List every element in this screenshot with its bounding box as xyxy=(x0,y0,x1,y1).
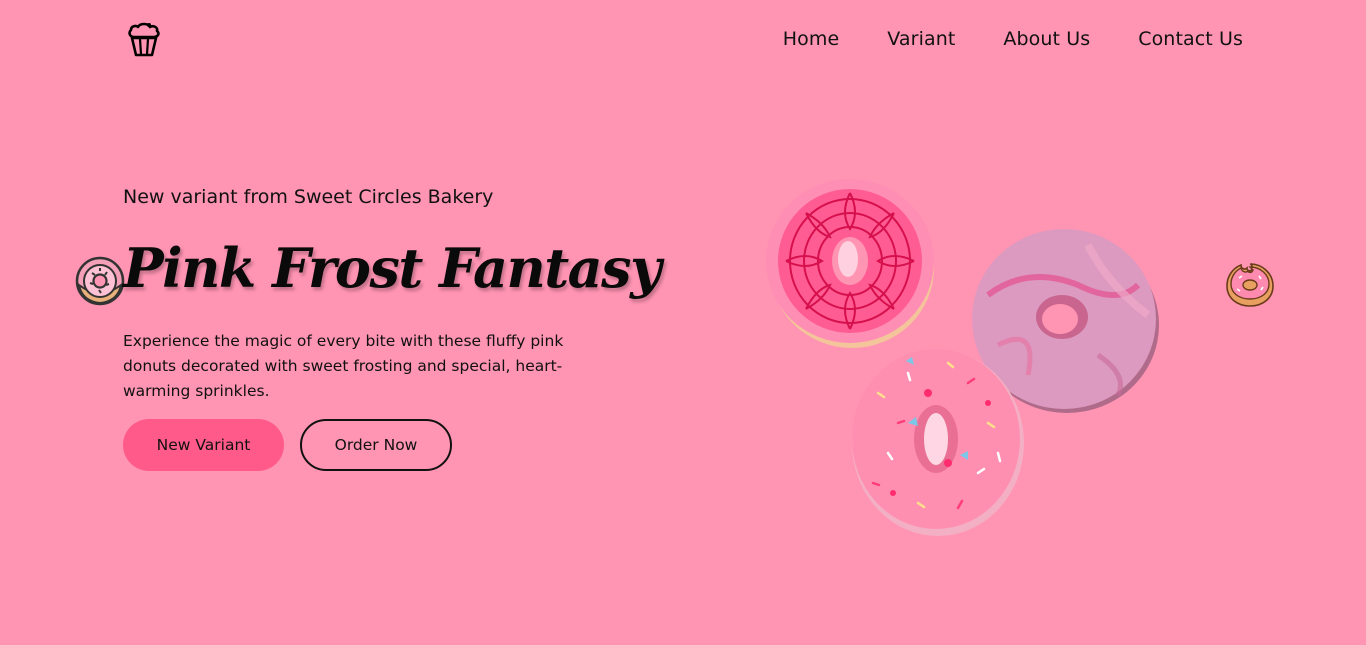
hero-buttons: New Variant Order Now xyxy=(123,419,452,471)
bitten-donut-icon xyxy=(1223,260,1277,310)
donut-icon xyxy=(74,255,126,307)
cupcake-icon[interactable] xyxy=(125,22,163,58)
order-now-button[interactable]: Order Now xyxy=(300,419,452,471)
top-nav: Home Variant About Us Contact Us xyxy=(0,0,1366,80)
sprinkled-pink-donut-image xyxy=(848,343,1026,538)
new-variant-button[interactable]: New Variant xyxy=(123,419,284,471)
nav-home[interactable]: Home xyxy=(783,28,840,50)
hero-section: New variant from Sweet Circles Bakery Pi… xyxy=(123,186,661,471)
main-menu: Home Variant About Us Contact Us xyxy=(783,28,1243,50)
hero-title: Pink Frost Fantasy xyxy=(123,236,661,300)
hero-description: Experience the magic of every bite with … xyxy=(123,332,564,400)
nav-about-us[interactable]: About Us xyxy=(1003,28,1090,50)
hero-eyebrow: New variant from Sweet Circles Bakery xyxy=(123,186,494,208)
nav-contact-us[interactable]: Contact Us xyxy=(1138,28,1243,50)
red-glazed-donut-image xyxy=(764,173,936,351)
nav-variant[interactable]: Variant xyxy=(887,28,955,50)
